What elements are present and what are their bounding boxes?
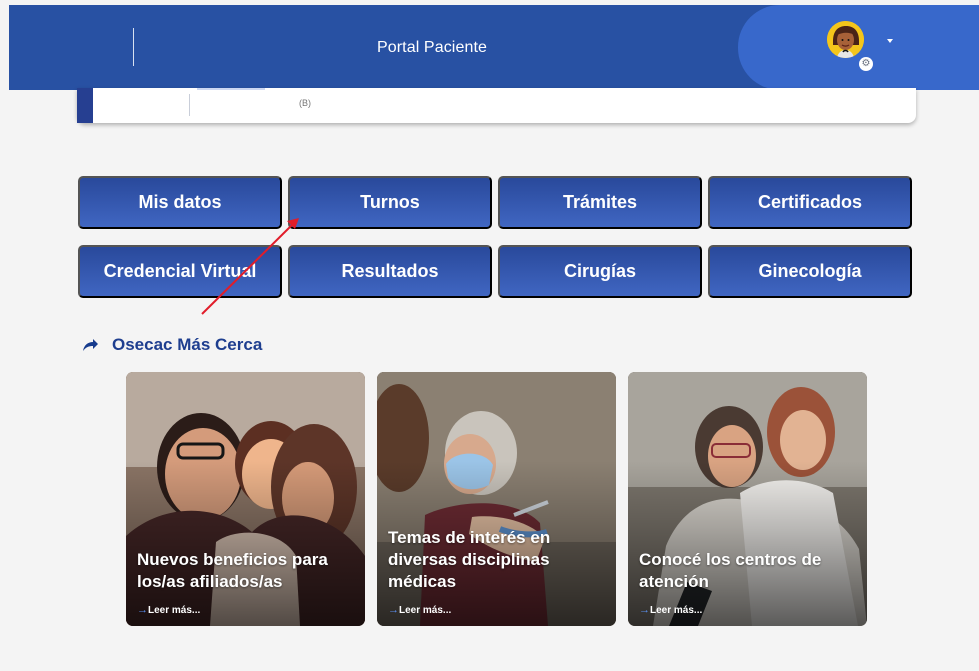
credencial-virtual-button[interactable]: Credencial Virtual (78, 245, 282, 298)
coverage-code: (B) (299, 98, 311, 108)
leer-mas-label: Leer más... (148, 604, 201, 616)
news-card-medical-topics[interactable]: Temas de interés en diversas disciplinas… (377, 372, 616, 626)
ginecologia-button[interactable]: Ginecología (708, 245, 912, 298)
chevron-down-icon[interactable] (887, 39, 893, 43)
avatar-illustration (827, 21, 864, 58)
gear-icon[interactable]: ⚙ (859, 57, 873, 71)
card-accent (77, 88, 93, 123)
card-title: Nuevos beneficios para los/as afiliados/… (137, 550, 328, 591)
cirugias-button[interactable]: Cirugías (498, 245, 702, 298)
leer-mas-label: Leer más... (399, 604, 452, 616)
user-avatar[interactable] (827, 21, 864, 58)
arrow-right-icon: → (639, 604, 650, 616)
news-cards: Nuevos beneficios para los/as afiliados/… (126, 372, 867, 626)
card-highlight (197, 88, 265, 90)
arrow-right-icon: → (388, 604, 399, 616)
card-title: Temas de interés en diversas disciplinas… (388, 528, 551, 591)
card-title: Conocé los centros de atención (639, 550, 822, 591)
patient-info-card: (B) (77, 88, 916, 123)
user-menu[interactable]: ⚙ (738, 5, 979, 90)
news-card-care-centers[interactable]: Conocé los centros de atención → Leer má… (628, 372, 867, 626)
certificados-button[interactable]: Certificados (708, 176, 912, 229)
leer-mas-link[interactable]: → Leer más... (137, 604, 200, 616)
leer-mas-link[interactable]: → Leer más... (388, 604, 451, 616)
portal-menu: Mis datos Turnos Trámites Certificados C… (78, 176, 913, 298)
turnos-button[interactable]: Turnos (288, 176, 492, 229)
resultados-button[interactable]: Resultados (288, 245, 492, 298)
section-header: Osecac Más Cerca (82, 335, 262, 355)
card-divider (189, 94, 190, 116)
top-header: Portal Paciente ⚙ (9, 5, 979, 90)
leer-mas-label: Leer más... (650, 604, 703, 616)
mis-datos-button[interactable]: Mis datos (78, 176, 282, 229)
tramites-button[interactable]: Trámites (498, 176, 702, 229)
section-title: Osecac Más Cerca (112, 335, 263, 354)
news-card-benefits[interactable]: Nuevos beneficios para los/as afiliados/… (126, 372, 365, 626)
share-arrow-icon (83, 339, 98, 351)
portal-title: Portal Paciente (376, 38, 487, 56)
leer-mas-link[interactable]: → Leer más... (639, 604, 702, 616)
arrow-right-icon: → (137, 604, 148, 616)
